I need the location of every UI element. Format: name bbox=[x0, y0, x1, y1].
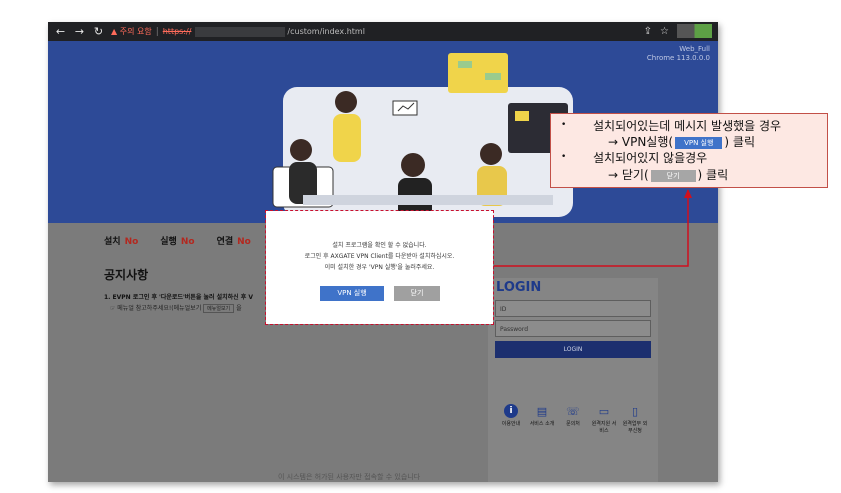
dialog-message-line-2: 로그인 후 AXGATE VPN Client를 다운받아 설치하십시오. bbox=[304, 253, 455, 260]
quick-link-label: 문의처 bbox=[566, 421, 580, 427]
bullet-2: • bbox=[561, 152, 567, 162]
vpn-run-button[interactable]: VPN 실행 bbox=[320, 286, 384, 301]
dialog-message-line-1: 설치 프로그램을 확인 할 수 없습니다. bbox=[332, 242, 427, 249]
quick-link-label: 이용안내 bbox=[501, 421, 521, 427]
callout-vpn-pill: VPN 실행 bbox=[675, 137, 723, 149]
callout-line-2: → VPN실행(VPN 실행) 클릭 bbox=[608, 133, 755, 150]
share-icon[interactable]: ⇪ bbox=[644, 26, 652, 37]
quick-link-label: 원격지원 서비스 bbox=[591, 421, 617, 434]
status-install: 설치 No bbox=[104, 234, 138, 247]
profile-swatch[interactable] bbox=[677, 24, 712, 38]
callout-line-1: 설치되어있는데 메시지 발생했을 경우 bbox=[593, 119, 782, 133]
notice-item-2-text: ☞ 메뉴얼 참고하주세요!(메뉴얼보기 bbox=[110, 305, 202, 312]
status-run-label: 실행 bbox=[160, 237, 177, 247]
star-icon[interactable]: ☆ bbox=[660, 26, 669, 37]
login-title: LOGIN bbox=[496, 280, 542, 295]
client-status: 설치 No 실행 No 연결 No bbox=[104, 234, 251, 247]
close-button[interactable]: 닫기 bbox=[394, 286, 440, 301]
callout-line-3: 설치되어있지 않을경우 bbox=[593, 151, 708, 165]
url-masked-host bbox=[195, 26, 286, 37]
footer-text: 이 시스템은 허가된 사용자만 접속할 수 있습니다 bbox=[278, 473, 421, 481]
back-icon[interactable]: ← bbox=[54, 25, 67, 38]
annotation-callout: • 설치되어있는데 메시지 발생했을 경우 → VPN실행(VPN 실행) 클릭… bbox=[550, 113, 828, 188]
info-icon: i bbox=[504, 404, 518, 418]
install-check-dialog: 설치 프로그램을 확인 할 수 없습니다. 로그인 후 AXGATE VPN C… bbox=[265, 210, 494, 325]
quick-links: i 이용안내 ▤ 서비스 소개 ☏ 문의처 ▭ 원격지원 서비스 ▯ 원격업무 … bbox=[498, 404, 648, 435]
document-icon: ▤ bbox=[536, 405, 548, 418]
divider: | bbox=[155, 26, 159, 37]
quick-link-contact[interactable]: ☏ 문의처 bbox=[560, 404, 586, 435]
callout-line-4: → 닫기(닫기) 클릭 bbox=[608, 166, 728, 183]
status-install-label: 설치 bbox=[104, 237, 121, 247]
security-warning-label: 주의 요함 bbox=[119, 27, 152, 36]
ua-line-2: Chrome 113.0.0.0 bbox=[646, 54, 710, 62]
monitor-icon: ▭ bbox=[598, 405, 610, 418]
manual-link[interactable]: 메뉴얼보기 bbox=[203, 304, 235, 313]
dialog-message-line-3: 이미 설치한 경우 'VPN 실행'을 눌러주세요. bbox=[324, 264, 435, 271]
status-run: 실행 No bbox=[160, 234, 194, 247]
reload-icon[interactable]: ↻ bbox=[92, 25, 105, 38]
url-path[interactable]: /custom/index.html bbox=[287, 27, 365, 36]
notice-item-2-tail: 을 bbox=[236, 305, 242, 312]
callout-line-2-pre: → VPN실행( bbox=[608, 135, 674, 149]
notice-title: 공지사항 bbox=[104, 268, 149, 282]
quick-link-label: 원격업무 외부신청 bbox=[622, 421, 648, 434]
security-warning[interactable]: ▲ 주의 요함 bbox=[111, 26, 152, 37]
status-install-value: No bbox=[124, 237, 139, 247]
login-panel: LOGIN ID Password LOGIN i 이용안내 ▤ 서비스 소개 … bbox=[488, 278, 658, 482]
remote-icon: ▯ bbox=[631, 405, 639, 418]
status-connect-label: 연결 bbox=[216, 237, 234, 247]
callout-close-pill: 닫기 bbox=[650, 170, 696, 182]
notice-item-2: ☞ 메뉴얼 참고하주세요!(메뉴얼보기 메뉴얼보기 을 bbox=[110, 303, 242, 313]
browser-toolbar: ← → ↻ ▲ 주의 요함 | https:// /custom/index.h… bbox=[48, 22, 718, 41]
url-scheme[interactable]: https:// bbox=[163, 27, 192, 36]
id-input[interactable]: ID bbox=[495, 300, 651, 317]
password-input[interactable]: Password bbox=[495, 320, 651, 337]
toolbar-actions: ⇪ ☆ bbox=[644, 24, 712, 38]
phone-icon: ☏ bbox=[566, 405, 580, 418]
notice-item-1: 1. EVPN 로그인 후 '다운로드'버튼을 눌러 설치하신 후 V bbox=[104, 294, 254, 301]
callout-line-4-pre: → 닫기( bbox=[608, 168, 649, 182]
status-connect-value: No bbox=[237, 237, 251, 247]
team-illustration bbox=[272, 53, 573, 218]
callout-line-2-post: ) 클릭 bbox=[724, 135, 755, 149]
bullet-1: • bbox=[561, 120, 567, 130]
quick-link-guide[interactable]: i 이용안내 bbox=[498, 404, 524, 435]
dialog-message: 설치 프로그램을 확인 할 수 없습니다. 로그인 후 AXGATE VPN C… bbox=[266, 240, 493, 273]
quick-link-remote-work[interactable]: ▯ 원격업무 외부신청 bbox=[622, 404, 648, 435]
user-agent-info: Web_Full Chrome 113.0.0.0 bbox=[647, 45, 710, 63]
login-button[interactable]: LOGIN bbox=[495, 341, 651, 358]
quick-link-label: 서비스 소개 bbox=[529, 421, 555, 427]
forward-icon[interactable]: → bbox=[73, 25, 86, 38]
ua-line-1: Web_Full bbox=[679, 45, 710, 53]
quick-link-remote-support[interactable]: ▭ 원격지원 서비스 bbox=[591, 404, 617, 435]
callout-line-4-post: ) 클릭 bbox=[697, 168, 729, 182]
quick-link-service[interactable]: ▤ 서비스 소개 bbox=[529, 404, 555, 435]
status-connect: 연결 No bbox=[217, 234, 251, 247]
status-run-value: No bbox=[180, 237, 195, 247]
